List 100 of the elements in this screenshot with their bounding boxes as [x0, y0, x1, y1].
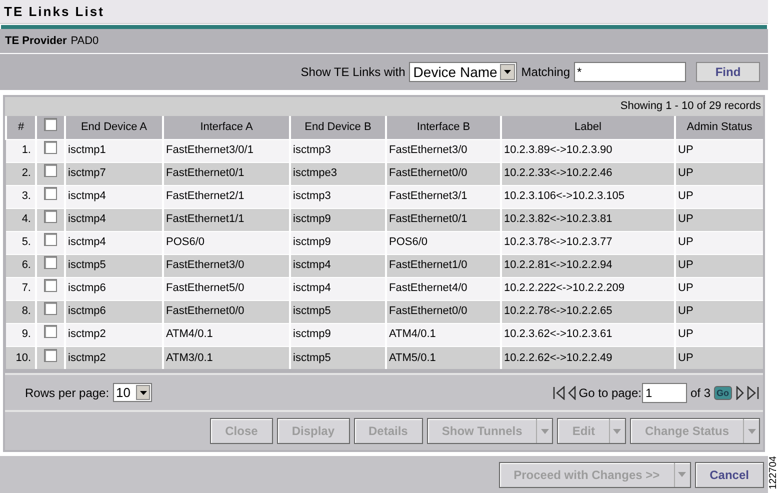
table-cell: 10.2.2.81<->10.2.2.94	[501, 254, 675, 277]
caret-icon	[540, 428, 549, 434]
row-number: 9.	[6, 323, 36, 346]
table-cell: 10.2.2.222<->10.2.2.209	[501, 277, 675, 300]
row-number: 3.	[6, 185, 36, 208]
table-cell: POS6/0	[386, 231, 501, 254]
table-cell: FastEthernet0/0	[386, 162, 501, 185]
row-number: 2.	[6, 162, 36, 185]
table-cell: isctmp4	[65, 185, 163, 208]
table-cell: isctmp4	[290, 254, 386, 277]
row-number: 8.	[6, 300, 36, 323]
table-cell: UP	[675, 254, 763, 277]
table-cell: UP	[675, 208, 763, 231]
table-cell: isctmp3	[290, 185, 386, 208]
table-cell: isctmp3	[290, 139, 386, 162]
row-number: 5.	[6, 231, 36, 254]
column-header: Interface B	[416, 121, 470, 133]
table-cell: isctmp7	[65, 162, 163, 185]
checkbox[interactable]	[44, 141, 57, 154]
dropdown-arrow-icon	[140, 390, 147, 394]
first-page-icon[interactable]	[552, 386, 566, 400]
table-cell: 10.2.3.89<->10.2.3.90	[501, 139, 675, 162]
previous-page-icon[interactable]	[568, 386, 576, 400]
table-cell: isctmp5	[290, 346, 386, 369]
table-cell: 10.2.3.106<->10.2.3.105	[501, 185, 675, 208]
matching-label: Matching	[521, 64, 570, 81]
table-cell: UP	[675, 323, 763, 346]
checkbox[interactable]	[44, 210, 57, 224]
table-cell: UP	[675, 139, 763, 162]
provider-label: TE Provider	[5, 34, 67, 49]
table-cell: UP	[675, 300, 763, 323]
table-cell: 10.2.2.78<->10.2.2.65	[501, 300, 675, 323]
records-summary: Showing 1 - 10 of 29 records	[620, 99, 761, 114]
table-cell: isctmp6	[65, 277, 163, 300]
table-cell: FastEthernet0/0	[386, 300, 501, 323]
checkbox[interactable]	[44, 118, 57, 131]
table-cell: FastEthernet4/0	[386, 277, 501, 300]
table-cell: isctmp6	[65, 300, 163, 323]
table-cell: isctmp9	[290, 208, 386, 231]
table-cell: ATM5/0.1	[386, 346, 501, 369]
row-number: 1.	[6, 139, 36, 162]
row-number: 6.	[6, 254, 36, 277]
table-cell: isctmpe3	[290, 162, 386, 185]
last-page-icon[interactable]	[746, 386, 759, 400]
provider-name: PAD0	[70, 34, 99, 49]
table-cell: FastEthernet1/0	[386, 254, 501, 277]
filter-label: Show TE Links with	[300, 64, 406, 81]
column-header: #	[18, 121, 24, 133]
find-button[interactable]: Find	[696, 62, 760, 82]
table-cell: 10.2.2.33<->10.2.2.46	[501, 162, 675, 185]
table-cell: 10.2.3.78<->10.2.3.77	[501, 231, 675, 254]
row-number: 7.	[6, 277, 36, 300]
dropdown-arrow-icon	[504, 70, 512, 74]
table-cell: FastEthernet3/0	[163, 254, 290, 277]
table-cell: FastEthernet5/0	[163, 277, 290, 300]
checkbox[interactable]	[44, 348, 57, 362]
table-cell: FastEthernet0/0	[163, 300, 290, 323]
checkbox[interactable]	[44, 256, 57, 270]
checkbox[interactable]	[44, 302, 57, 316]
caret-icon	[678, 472, 686, 477]
table-cell: ATM4/0.1	[386, 323, 501, 346]
table-cell: ATM3/0.1	[163, 346, 290, 369]
table-cell: UP	[675, 162, 763, 185]
table-cell: isctmp2	[65, 323, 163, 346]
table-cell: isctmp1	[65, 139, 163, 162]
checkbox[interactable]	[44, 279, 57, 292]
table-cell: isctmp4	[65, 208, 163, 231]
window-title: TE Links List	[4, 2, 104, 21]
table-cell: UP	[675, 277, 763, 300]
table-cell: UP	[675, 346, 763, 369]
checkbox[interactable]	[44, 233, 57, 246]
table-cell: POS6/0	[163, 231, 290, 254]
page-input[interactable]: 1	[642, 382, 688, 402]
field-dropdown[interactable]: Device Name	[409, 62, 518, 82]
table-cell: UP	[675, 185, 763, 208]
column-header: End Device A	[80, 121, 148, 133]
table-cell: FastEthernet2/1	[163, 185, 290, 208]
checkbox[interactable]	[44, 187, 57, 200]
checkbox[interactable]	[44, 164, 57, 178]
table-cell: isctmp9	[290, 231, 386, 254]
caret-icon	[748, 428, 756, 434]
column-header: Label	[574, 121, 602, 133]
table-cell: FastEthernet3/0/1	[163, 139, 290, 162]
table-cell: FastEthernet3/1	[386, 185, 501, 208]
table-cell: 10.2.3.82<->10.2.3.81	[501, 208, 675, 231]
table-cell: isctmp5	[290, 300, 386, 323]
table-cell: isctmp5	[65, 254, 163, 277]
checkbox[interactable]	[44, 325, 57, 338]
column-header: Admin Status	[686, 121, 752, 133]
rows-per-page-dropdown[interactable]: 10	[113, 383, 152, 402]
table-cell: FastEthernet3/0	[386, 139, 501, 162]
table-cell: FastEthernet1/1	[163, 208, 290, 231]
table-cell: isctmp4	[290, 277, 386, 300]
caret-icon	[613, 428, 622, 434]
matching-input[interactable]: *	[574, 62, 686, 82]
rows-per-page-label: Rows per page:	[25, 384, 110, 402]
go-button[interactable]: Go	[714, 386, 732, 400]
table-cell: isctmp2	[65, 346, 163, 369]
next-page-icon[interactable]	[736, 386, 744, 400]
action-button[interactable]: Cancel	[694, 462, 764, 488]
